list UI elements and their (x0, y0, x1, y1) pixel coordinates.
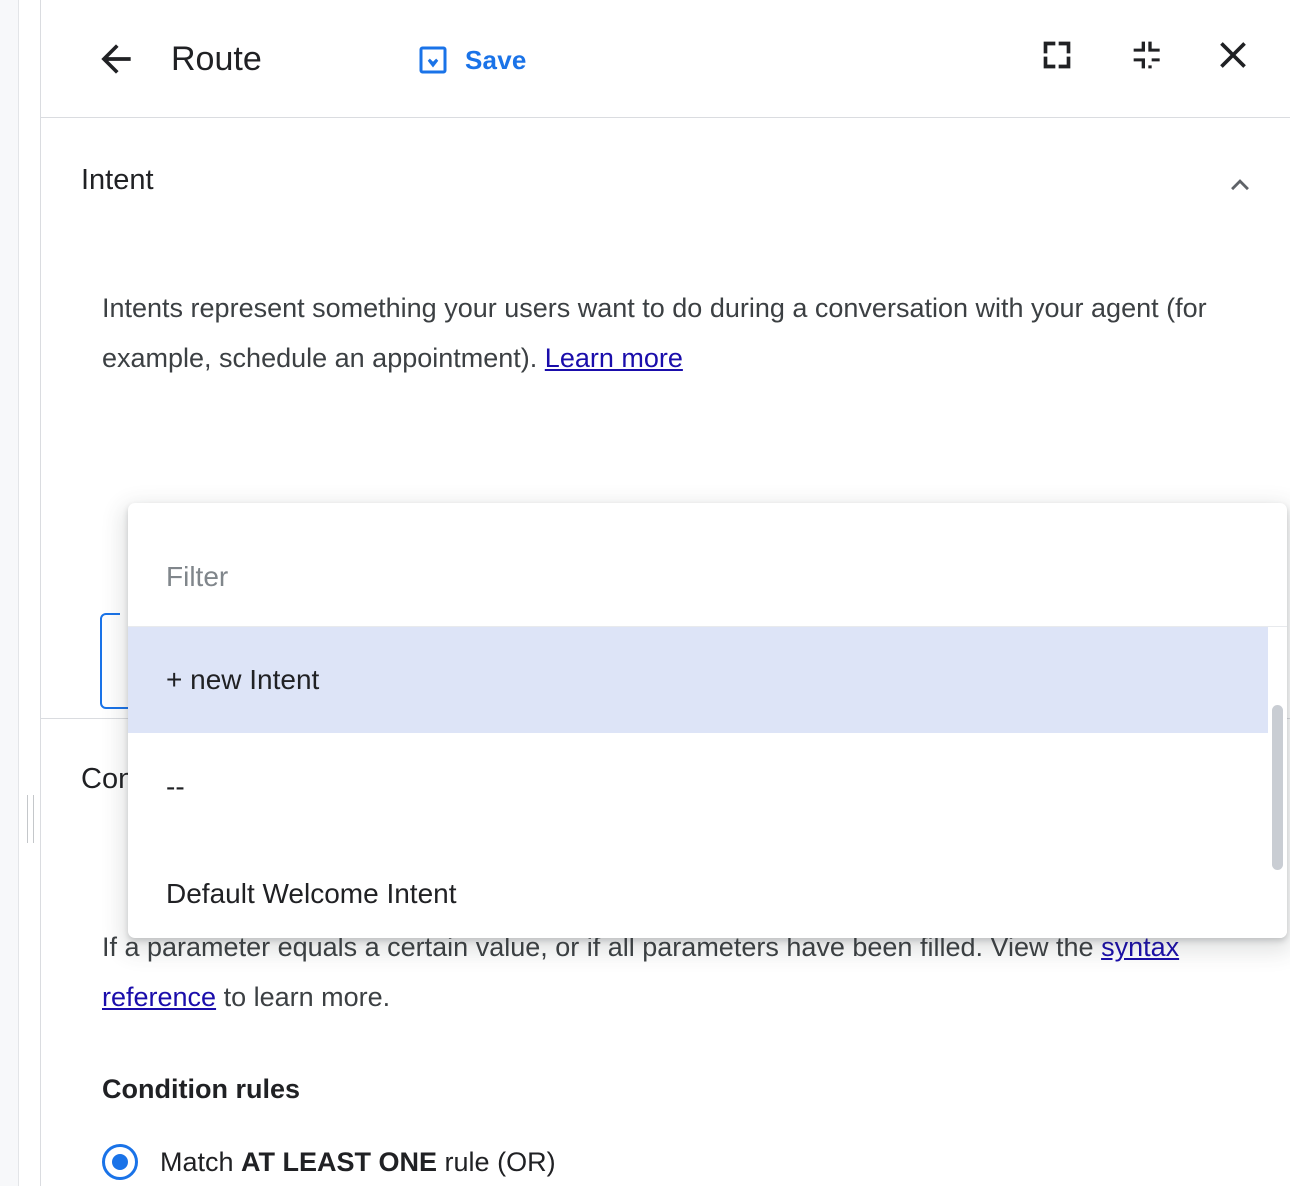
panel-header: Route Save (41, 0, 1290, 118)
radio-selected-icon (102, 1144, 138, 1180)
expand-panel-button[interactable] (1032, 30, 1082, 80)
route-side-panel: Route Save (41, 0, 1290, 1186)
condition-description-suffix: to learn more. (216, 982, 390, 1012)
dropdown-option-none[interactable]: -- (128, 734, 1268, 840)
intent-section-collapse-button[interactable] (1218, 162, 1262, 206)
dropdown-scrollbar-thumb[interactable] (1272, 705, 1283, 870)
dropdown-scrollbar[interactable] (1268, 627, 1287, 938)
save-button[interactable]: Save (405, 34, 537, 86)
arrow-left-icon (94, 37, 138, 81)
intent-dropdown-panel: + new Intent -- Default Welcome Intent (128, 503, 1287, 938)
app-window: Route Save (0, 0, 1290, 1186)
fullscreen-expand-icon (1037, 35, 1077, 75)
fullscreen-collapse-icon (1125, 35, 1165, 75)
intent-section-title: Intent (81, 164, 154, 197)
page-title: Route (171, 35, 262, 83)
panel-resize-handle[interactable] (22, 795, 38, 843)
condition-rules-heading: Condition rules (102, 1074, 300, 1105)
header-actions (1032, 30, 1258, 80)
intent-description: Intents represent something your users w… (102, 283, 1232, 383)
left-app-rail (0, 0, 18, 1186)
dropdown-filter-row (128, 503, 1287, 626)
vertical-drag-handle-icon (27, 795, 28, 843)
close-x-icon (1211, 33, 1255, 77)
dropdown-option-default-welcome-intent[interactable]: Default Welcome Intent (128, 841, 1268, 938)
dropdown-options-list: + new Intent -- Default Welcome Intent (128, 627, 1287, 938)
left-gutter (19, 0, 40, 1186)
save-label: Save (465, 45, 527, 76)
save-download-icon (415, 42, 451, 78)
condition-rule-radio-or-label: Match AT LEAST ONE rule (OR) (160, 1147, 556, 1178)
learn-more-link[interactable]: Learn more (545, 343, 683, 373)
collapse-panel-button[interactable] (1120, 30, 1170, 80)
condition-rule-radio-or[interactable]: Match AT LEAST ONE rule (OR) (102, 1144, 556, 1180)
dropdown-filter-input[interactable] (166, 561, 1216, 593)
close-panel-button[interactable] (1208, 30, 1258, 80)
back-button[interactable] (89, 32, 143, 86)
dropdown-option-new-intent[interactable]: + new Intent (128, 627, 1268, 733)
chevron-up-icon (1223, 167, 1257, 201)
vertical-drag-handle-icon (33, 795, 34, 843)
